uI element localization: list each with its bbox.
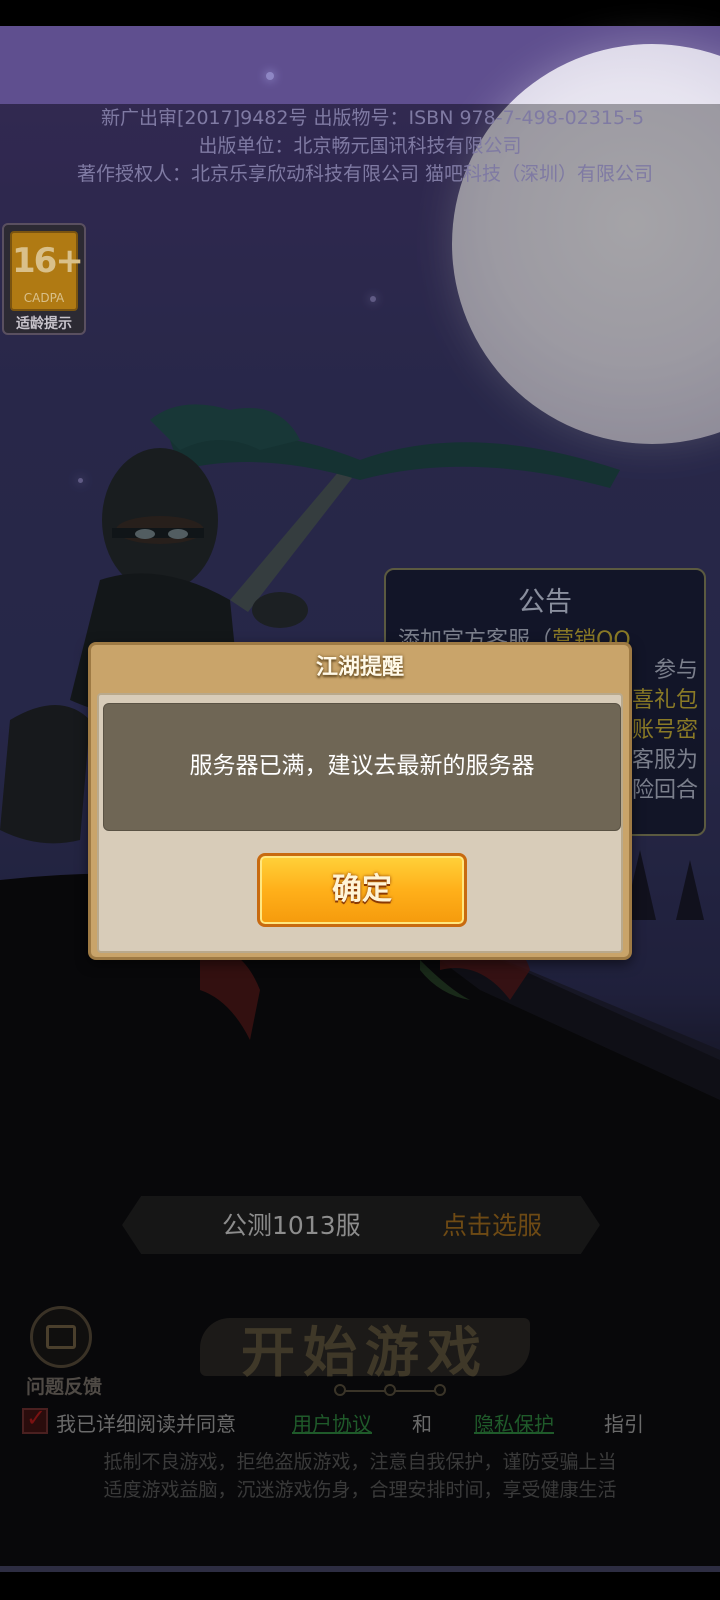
agreement-prefix: 我已详细阅读并同意 — [56, 1412, 236, 1436]
privacy-policy-link[interactable]: 隐私保护 — [474, 1408, 554, 1437]
agreement-row: 我已详细阅读并同意 用户协议 和 隐私保护 指引 — [22, 1404, 702, 1440]
announcement-title: 公告 — [518, 587, 572, 618]
age-rating-number: 16+ — [12, 241, 84, 281]
start-game-label: 开始游戏 — [241, 1320, 489, 1384]
user-agreement-link[interactable]: 用户协议 — [292, 1408, 372, 1437]
feedback-button[interactable]: 问题反馈 — [22, 1306, 106, 1398]
age-rating-badge[interactable]: 16+ CADPA 适龄提示 — [2, 223, 86, 335]
copyright-info: 新广出审[2017]9482号 出版物号：ISBN 978-7-498-0231… — [0, 104, 720, 188]
agreement-and: 和 — [412, 1412, 432, 1436]
dialog-message-box: 服务器已满，建议去最新的服务器 — [103, 703, 621, 831]
dialog-title: 江湖提醒 — [315, 655, 404, 680]
scroll-icon — [46, 1325, 76, 1349]
ornament-dot — [334, 1384, 346, 1396]
feedback-label: 问题反馈 — [25, 1376, 102, 1398]
health-notice-line-1: 抵制不良游戏，拒绝盗版游戏，注意自我保护，谨防受骗上当 — [103, 1451, 617, 1473]
navigation-bar — [0, 1572, 720, 1600]
alert-dialog: 江湖提醒 服务器已满，建议去最新的服务器 确定 — [88, 642, 632, 960]
age-rating-icon: 16+ CADPA — [10, 231, 84, 311]
health-notice-line-2: 适度游戏益脑，沉迷游戏伤身，合理安排时间，享受健康生活 — [103, 1479, 617, 1501]
health-gaming-notice: 抵制不良游戏，拒绝盗版游戏，注意自我保护，谨防受骗上当 适度游戏益脑，沉迷游戏伤… — [0, 1448, 720, 1504]
confirm-button[interactable]: 确定 — [257, 853, 467, 927]
age-rating-org: CADPA — [23, 291, 65, 305]
ornament-dot — [434, 1384, 446, 1396]
select-server-button[interactable]: 点击选服 — [442, 1206, 542, 1242]
copyright-line-2: 出版单位：北京畅元国讯科技有限公司 — [198, 135, 522, 157]
agreement-checkbox[interactable] — [22, 1404, 48, 1434]
login-screen: 新广出审[2017]9482号 出版物号：ISBN 978-7-498-0231… — [0, 0, 720, 1600]
dialog-message: 服务器已满，建议去最新的服务器 — [189, 753, 535, 779]
age-rating-label: 适龄提示 — [16, 316, 72, 332]
copyright-line-1: 新广出审[2017]9482号 出版物号：ISBN 978-7-498-0231… — [100, 107, 645, 129]
start-game-button[interactable]: 开始游戏 — [190, 1304, 540, 1404]
copyright-line-3: 著作授权人：北京乐享欣动科技有限公司 猫吧科技（深圳）有限公司 — [76, 163, 654, 185]
server-name: 公测1013服 — [222, 1211, 361, 1240]
agreement-suffix: 指引 — [604, 1412, 644, 1436]
ornament-dot — [384, 1384, 396, 1396]
